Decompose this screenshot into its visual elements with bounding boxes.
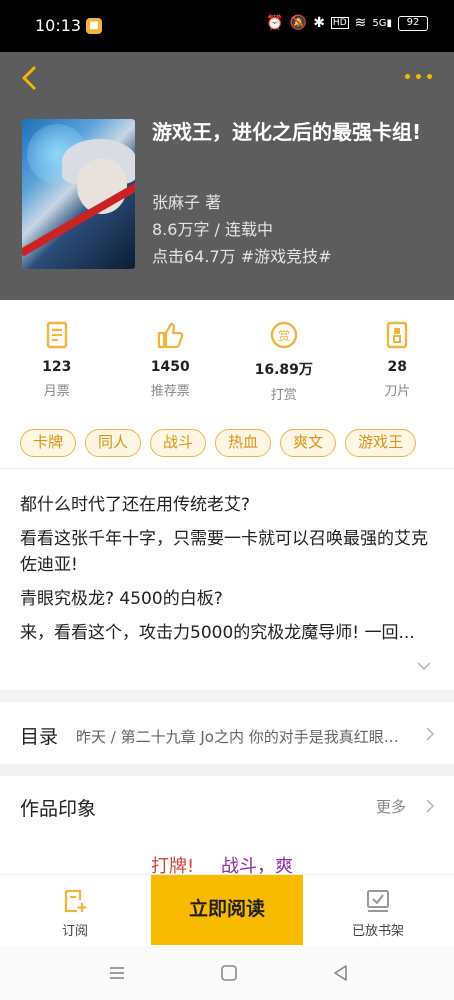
book-clicks-category: 点击64.7万 #游戏竞技# <box>152 247 332 266</box>
impressions-more-link[interactable]: 更多 <box>376 796 406 817</box>
battery-level: 92 <box>406 17 420 28</box>
tag-chip[interactable]: 卡牌 <box>20 429 77 457</box>
section-divider <box>0 764 454 776</box>
book-header: 游戏王，进化之后的最强卡组! 张麻子 著 8.6万字 / 连载中 点击64.7万… <box>0 52 454 300</box>
description-line: 都什么时代了还在用传统老艾? <box>20 495 251 515</box>
description-line: 看看这张千年十字，只需要一卡就可以召唤最强的艾克佐迪亚! <box>20 529 428 575</box>
bluetooth-icon: ✱ <box>313 15 325 31</box>
read-now-button[interactable]: 立即阅读 <box>151 875 303 945</box>
tag-chip[interactable]: 游戏王 <box>345 429 417 457</box>
mute-icon: 🔕 <box>289 15 308 31</box>
stat-label: 推荐票 <box>150 384 190 399</box>
on-shelf-button[interactable]: 已放书架 <box>323 875 433 947</box>
section-divider <box>0 690 454 702</box>
tag-chip[interactable]: 战斗 <box>150 429 207 457</box>
signal-icon: 5G▮ <box>372 17 392 29</box>
book-description[interactable]: 都什么时代了还在用传统老艾? 看看这张千年十字，只需要一卡就可以召唤最强的艾克佐… <box>20 492 430 654</box>
tag-chip[interactable]: 爽文 <box>280 429 337 457</box>
stat-value: 1450 <box>150 359 190 375</box>
chevron-right-icon[interactable] <box>425 798 435 814</box>
status-time: 10:13 <box>35 16 82 35</box>
tag-chip[interactable]: 同人 <box>85 429 142 457</box>
stat-monthly-ticket[interactable]: 123 月票 <box>0 300 114 412</box>
toc-label: 目录 <box>20 726 59 748</box>
stats-bar: 123 月票 1450 推荐票 赏 16.89万 打赏 28 刀片 <box>0 300 454 412</box>
reward-coin-icon: 赏 <box>270 321 297 349</box>
alarm-icon: ⏰ <box>266 15 284 31</box>
description-line: 青眼究极龙? 4500的白板? <box>20 589 223 609</box>
signal-type-label: 5G <box>372 17 387 29</box>
stat-label: 月票 <box>43 384 70 399</box>
battery-icon: 92 <box>398 15 428 31</box>
stat-value: 28 <box>387 359 407 375</box>
expand-chevron-icon[interactable] <box>416 660 432 672</box>
subscribe-icon <box>64 889 87 913</box>
wifi-icon: ≋ <box>354 15 367 31</box>
book-word-count: 8.6万字 / 连载中 <box>152 220 274 239</box>
book-title: 游戏王，进化之后的最强卡组! <box>152 120 422 144</box>
app-notification-icon: ■ <box>86 18 102 34</box>
tag-chip[interactable]: 热血 <box>215 429 272 457</box>
back-icon[interactable] <box>18 64 42 92</box>
tag-list: 卡牌 同人 战斗 热血 爽文 游戏王 <box>20 429 450 457</box>
bottom-action-bar: 订阅 立即阅读 已放书架 <box>0 874 454 946</box>
home-icon[interactable] <box>219 963 239 983</box>
bookshelf-check-icon <box>367 890 389 912</box>
stat-blade[interactable]: 28 刀片 <box>341 300 454 412</box>
back-triangle-icon[interactable] <box>331 963 351 983</box>
stat-recommend-ticket[interactable]: 1450 推荐票 <box>114 300 228 412</box>
impressions-title: 作品印象 <box>20 798 97 820</box>
stat-value: 123 <box>42 359 72 375</box>
hd-icon: HD <box>330 17 349 29</box>
book-cover[interactable] <box>22 119 135 269</box>
description-line: 来，看看这个，攻击力5000的究极龙魔导师! 一回... <box>20 623 415 643</box>
stat-value: 16.89万 <box>254 362 313 378</box>
book-author[interactable]: 张麻子 著 <box>152 189 221 213</box>
subscribe-button[interactable]: 订阅 <box>20 875 130 947</box>
menu-icon[interactable] <box>107 963 127 983</box>
chevron-right-icon <box>426 727 435 741</box>
latest-chapter: 昨天 / 第二十九章 Jo之内 你的对手是我真红眼黑龙 <box>76 728 412 746</box>
svg-text:赏: 赏 <box>278 329 290 343</box>
status-bar: 10:13 ■ ⏰ 🔕 ✱ HD ≋ 5G▮ 92 <box>0 0 454 52</box>
system-navigation-bar <box>0 946 454 1000</box>
impressions-section: 作品印象 更多 <box>0 776 454 836</box>
stat-label: 刀片 <box>384 384 411 399</box>
divider <box>0 468 454 469</box>
more-options-icon[interactable] <box>405 74 432 79</box>
thumbs-up-icon <box>158 322 184 349</box>
blade-icon <box>387 321 408 349</box>
stat-label: 打赏 <box>270 388 297 403</box>
subscribe-label: 订阅 <box>61 924 88 939</box>
stat-reward[interactable]: 赏 16.89万 打赏 <box>227 300 341 412</box>
status-icons: ⏰ 🔕 ✱ HD ≋ 5G▮ 92 <box>266 15 428 31</box>
table-of-contents-row[interactable]: 目录 昨天 / 第二十九章 Jo之内 你的对手是我真红眼黑龙 <box>0 707 454 761</box>
on-shelf-label: 已放书架 <box>351 924 404 939</box>
monthly-ticket-icon <box>46 321 67 349</box>
